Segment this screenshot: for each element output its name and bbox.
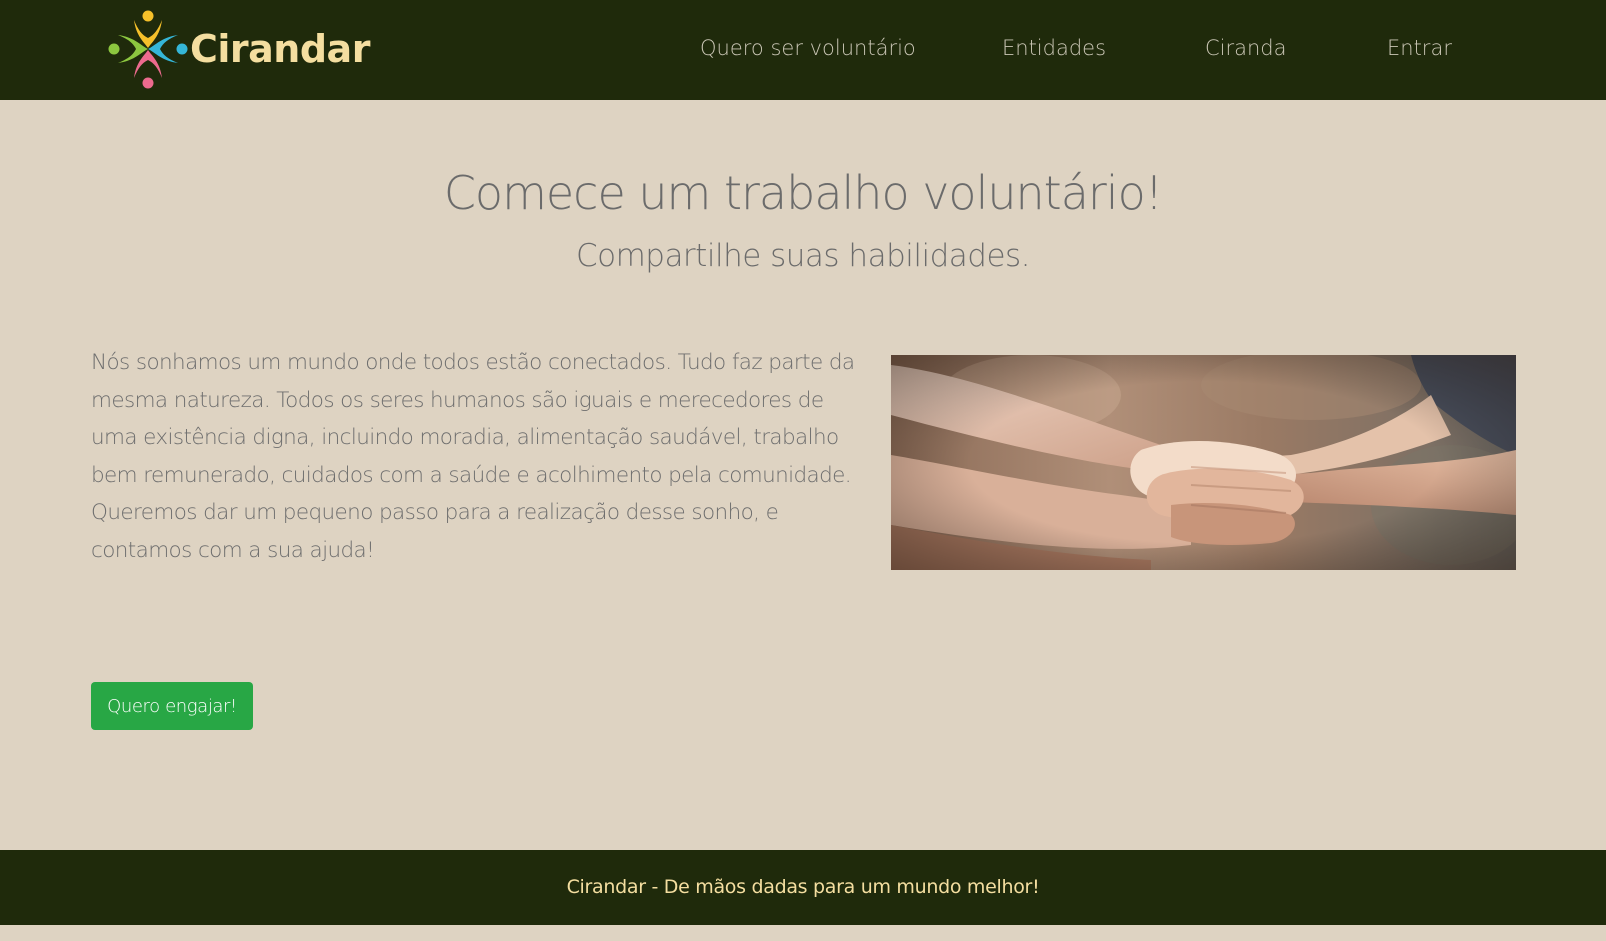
intro-paragraph: Nós sonhamos um mundo onde todos estão c… (91, 350, 855, 563)
hero-title: Comece um trabalho voluntário! (443, 166, 1163, 220)
engage-button[interactable]: Quero engajar! (91, 682, 253, 730)
nav-link-login[interactable]: Entrar (1387, 30, 1452, 66)
nav-link-entities[interactable]: Entidades (1002, 30, 1106, 66)
hero-section: Comece um trabalho voluntário! Compartil… (0, 150, 1606, 276)
footer: Cirandar - De mãos dadas para um mundo m… (0, 850, 1606, 925)
nav-link-volunteer[interactable]: Quero ser voluntário (700, 30, 916, 66)
footer-tagline: Cirandar - De mãos dadas para um mundo m… (566, 876, 1040, 898)
nav-links: Quero ser voluntário Entidades Ciranda E… (0, 30, 1606, 66)
hands-together-photo (891, 355, 1516, 570)
nav-link-ciranda[interactable]: Ciranda (1205, 30, 1287, 66)
navbar: Cirandar Quero ser voluntário Entidades … (0, 0, 1606, 100)
hero-subtitle: Compartilhe suas habilidades. (575, 238, 1031, 274)
